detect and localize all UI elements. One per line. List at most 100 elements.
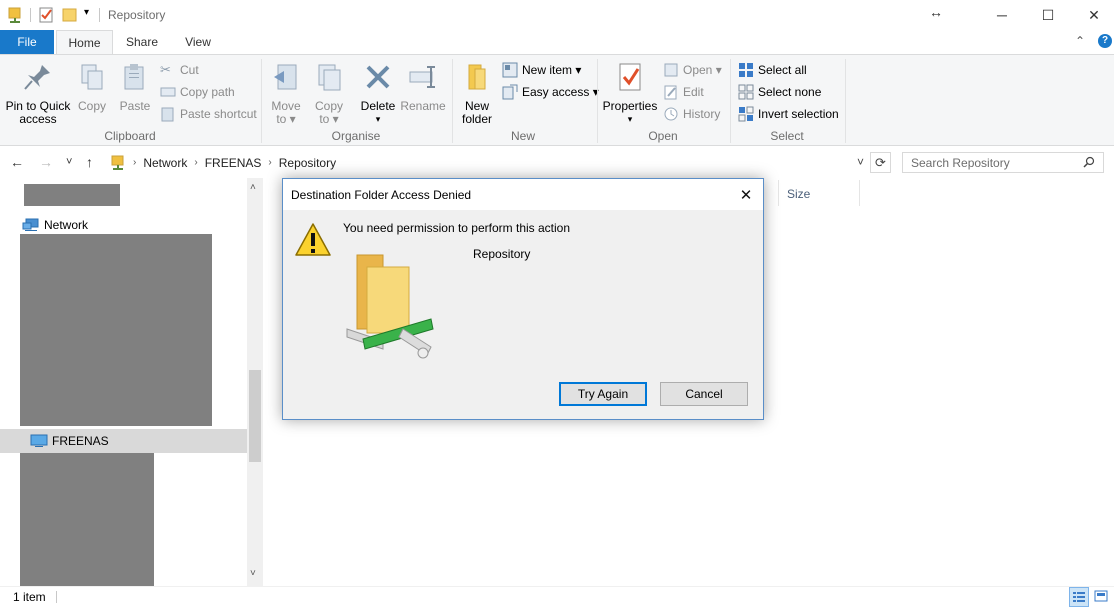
new-item-button[interactable]: New item ▾	[502, 61, 581, 79]
copy-path-icon	[160, 87, 176, 97]
scroll-down-icon[interactable]: ˅	[250, 568, 256, 579]
title-separator	[99, 8, 100, 22]
breadcrumb-separator[interactable]: ›	[133, 157, 136, 168]
navigation-pane: Network FREENAS ˄ ˅	[0, 178, 264, 586]
rename-icon	[409, 66, 435, 88]
easy-access-button[interactable]: Easy access ▾	[502, 83, 599, 101]
cancel-button[interactable]: Cancel	[660, 382, 748, 406]
dialog-item-name: Repository	[473, 247, 531, 261]
back-arrow-icon[interactable]: ←	[10, 154, 24, 170]
tab-home[interactable]: Home	[56, 30, 113, 54]
select-none-icon	[738, 84, 754, 100]
dialog-title-bar: Destination Folder Access Denied ✕	[283, 179, 763, 210]
dialog-close-button[interactable]: ✕	[729, 179, 763, 210]
customize-toolbar-icon[interactable]: ▾	[84, 7, 89, 18]
group-label-organise: Organise	[331, 129, 381, 143]
delete-dropdown-icon[interactable]: ▾	[356, 113, 400, 126]
invert-selection-icon	[738, 106, 754, 122]
tab-view[interactable]: View	[174, 30, 222, 54]
navigation-bar: ← → ˅ ↑ › Network › FREENAS › Repository…	[0, 148, 1114, 178]
network-icon	[22, 218, 39, 231]
copy-button[interactable]: Copy	[74, 61, 110, 113]
close-button[interactable]: ✕	[1071, 0, 1114, 30]
copy-icon	[81, 64, 103, 90]
column-header-size[interactable]: Size	[778, 180, 860, 206]
copy-path-button[interactable]: Copy path	[160, 83, 235, 101]
address-bar[interactable]: › Network › FREENAS › Repository ˅	[106, 152, 868, 173]
new-folder-icon[interactable]	[62, 7, 78, 23]
network-location-icon	[111, 155, 124, 170]
open-button[interactable]: Open ▾	[663, 61, 722, 79]
nav-item-label: Network	[44, 218, 89, 232]
properties-checkmark-icon[interactable]	[39, 7, 55, 23]
new-item-icon	[502, 62, 518, 78]
breadcrumb-network[interactable]: Network	[143, 156, 187, 170]
minimize-button[interactable]: ─	[979, 0, 1025, 30]
properties-button[interactable]: Properties ▾	[601, 61, 659, 126]
pin-icon	[24, 65, 50, 90]
breadcrumb-repository[interactable]: Repository	[279, 156, 336, 170]
window-title: Repository	[108, 8, 166, 22]
copy-to-icon	[318, 64, 341, 91]
paste-button[interactable]: Paste	[115, 61, 155, 113]
scroll-up-icon[interactable]: ˄	[250, 182, 256, 193]
forward-arrow-icon[interactable]: →	[39, 154, 53, 170]
nav-item-network[interactable]: Network	[22, 218, 88, 232]
status-bar: 1 item	[0, 586, 1114, 607]
collapse-ribbon-icon[interactable]: ⌃	[1075, 34, 1085, 48]
quick-access-separator	[30, 8, 31, 22]
move-to-button[interactable]: Move to ▾	[267, 61, 305, 126]
tab-share[interactable]: Share	[117, 30, 167, 54]
ribbon-tabs: File Home Share View ⌃ ?	[0, 30, 1114, 54]
paste-shortcut-button[interactable]: Paste shortcut	[160, 105, 257, 123]
tab-file[interactable]: File	[0, 30, 54, 54]
delete-button[interactable]: Delete ▾	[356, 61, 400, 126]
cut-button[interactable]: ✂ Cut	[160, 61, 199, 79]
address-dropdown-icon[interactable]: ˅	[857, 155, 864, 169]
group-separator	[261, 59, 262, 143]
search-input[interactable]: Search Repository	[902, 152, 1104, 173]
invert-selection-button[interactable]: Invert selection	[738, 105, 839, 123]
redacted-area	[20, 234, 212, 426]
edit-pencil-icon	[664, 85, 677, 100]
group-separator	[597, 59, 598, 143]
status-separator	[56, 591, 57, 603]
edit-button[interactable]: Edit	[663, 83, 704, 101]
new-folder-button[interactable]: New folder	[456, 61, 498, 126]
open-icon	[664, 63, 678, 77]
nav-scrollbar-thumb[interactable]	[249, 370, 261, 462]
access-denied-dialog: Destination Folder Access Denied ✕ You n…	[282, 178, 764, 420]
dialog-message: You need permission to perform this acti…	[343, 221, 571, 235]
copy-to-button[interactable]: Copy to ▾	[310, 61, 348, 126]
refresh-button[interactable]: ⟳	[870, 152, 891, 173]
search-icon[interactable]	[1083, 156, 1095, 168]
delete-x-icon	[366, 65, 390, 89]
details-view-button[interactable]	[1069, 587, 1089, 607]
large-icons-view-button[interactable]	[1092, 587, 1112, 607]
folder-icon	[468, 64, 486, 90]
history-clock-icon	[664, 107, 678, 121]
help-icon[interactable]: ?	[1098, 34, 1112, 48]
network-folder-icon[interactable]	[8, 6, 24, 24]
recent-locations-icon[interactable]: ˅	[66, 156, 72, 168]
search-placeholder: Search Repository	[911, 156, 1010, 170]
select-all-button[interactable]: Select all	[738, 61, 807, 79]
breadcrumb-freenas[interactable]: FREENAS	[205, 156, 262, 170]
rename-button[interactable]: Rename	[400, 61, 446, 113]
properties-dropdown-icon[interactable]: ▾	[601, 113, 659, 126]
select-none-button[interactable]: Select none	[738, 83, 821, 101]
breadcrumb-separator[interactable]: ›	[268, 157, 271, 168]
history-button[interactable]: History	[663, 105, 720, 123]
group-label-clipboard: Clipboard	[104, 129, 156, 143]
title-bar: ▾ Repository ↔ ─ ☐ ✕	[0, 0, 1114, 30]
up-arrow-icon[interactable]: ↑	[86, 154, 93, 170]
group-label-open: Open	[648, 129, 678, 143]
maximize-button[interactable]: ☐	[1025, 0, 1071, 30]
pin-to-quick-access-button[interactable]: Pin to Quick access	[4, 61, 72, 126]
paste-icon	[124, 64, 144, 90]
try-again-button[interactable]: Try Again	[559, 382, 647, 406]
breadcrumb-separator[interactable]: ›	[194, 157, 197, 168]
select-all-icon	[739, 63, 753, 77]
group-separator	[845, 59, 846, 143]
nav-item-freenas[interactable]: FREENAS	[0, 429, 247, 453]
